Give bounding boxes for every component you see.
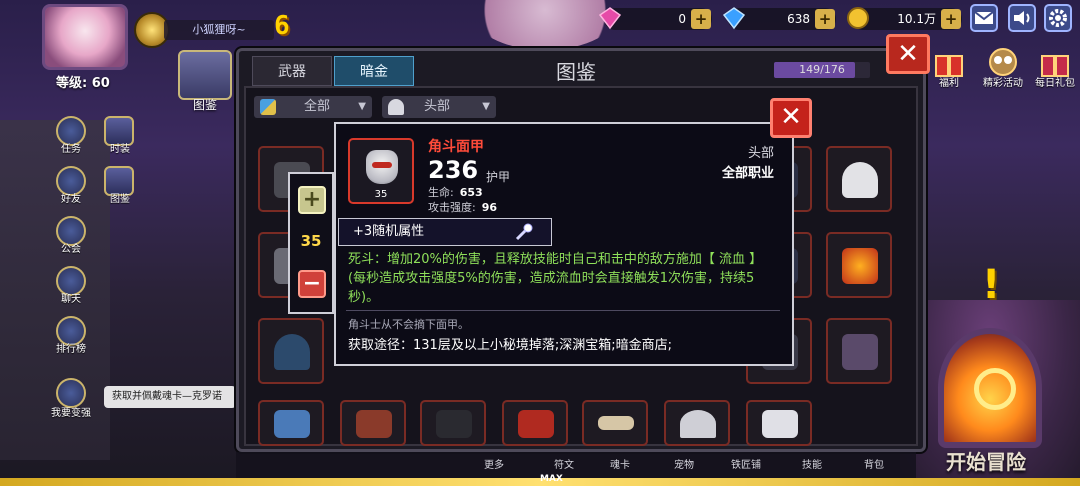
resource-blue-diamond: 638 + — [722, 7, 836, 30]
codex-item-slot[interactable] — [420, 400, 486, 446]
resource-gold-coin: 10.1万 + — [847, 7, 962, 30]
player-name: 小狐狸呀~ — [164, 20, 274, 40]
codex-item-slot[interactable] — [826, 318, 892, 384]
activity-label-daily-gift: 每日礼包 — [1035, 78, 1075, 89]
side-label-codex: 图鉴 — [110, 194, 130, 205]
codex-item-slot[interactable] — [826, 146, 892, 212]
level-value: 35 — [300, 232, 322, 250]
level-increase-button[interactable]: + — [298, 186, 326, 214]
pink-gem-icon — [598, 7, 622, 30]
stat-value: 96 — [481, 201, 498, 214]
codex-item-slot[interactable] — [582, 400, 648, 446]
start-adventure-button[interactable]: 开始冒险 — [946, 446, 1026, 475]
player-avatar[interactable] — [42, 4, 128, 70]
gladiator-mask-icon — [366, 150, 398, 184]
bottom-nav-backpack[interactable]: 背包 — [844, 456, 904, 471]
tab-dark-gold[interactable]: 暗金 — [334, 56, 414, 86]
bottom-nav-more[interactable]: 更多 — [464, 456, 524, 471]
grid-icon — [260, 99, 276, 115]
item-slot-type: 头部 — [747, 146, 774, 161]
item-class-restriction: 全部职业 — [721, 166, 774, 181]
resource-value: 0 — [678, 12, 686, 26]
filter-category-dropdown[interactable]: 全部 ▼ — [254, 96, 372, 118]
quest-notice[interactable]: 获取并佩戴魂卡—克罗诺 — [104, 386, 236, 408]
stat-value: 653 — [459, 186, 483, 199]
level-decrease-button[interactable]: − — [298, 270, 326, 298]
quest-exclamation-icon[interactable]: ! — [982, 262, 1002, 312]
panel-title: 图鉴 — [556, 60, 596, 84]
sound-button[interactable] — [1008, 4, 1036, 32]
item-source-text: 获取途径：131层及以上小秘境掉落;深渊宝箱;暗金商店; — [348, 338, 672, 353]
side-label-get-stronger: 我要变强 — [51, 408, 91, 419]
close-icon: ✕ — [897, 39, 919, 69]
random-attributes-row[interactable]: +3随机属性 — [338, 218, 552, 246]
mail-button[interactable] — [970, 4, 998, 32]
side-label-friends: 好友 — [61, 194, 81, 205]
side-label-leaderboard: 排行榜 — [56, 344, 86, 355]
speaker-icon — [1014, 11, 1030, 25]
bottom-nav-runes[interactable]: 符文 — [534, 456, 594, 471]
chevron-down-icon: ▼ — [482, 101, 490, 112]
gold-coin-icon — [847, 7, 869, 29]
player-level: 等级: 60 — [56, 76, 110, 91]
codex-item-slot[interactable] — [746, 400, 812, 446]
mail-icon — [974, 11, 994, 24]
resource-pink-gem: 0 + — [598, 7, 712, 30]
collection-progress: 149/176 — [774, 62, 870, 78]
add-pink-gem-button[interactable]: + — [691, 9, 711, 29]
gear-icon — [1049, 9, 1067, 27]
close-icon: ✕ — [780, 102, 802, 132]
resource-value: 10.1万 — [897, 12, 936, 26]
codex-item-slot[interactable] — [664, 400, 730, 446]
random-attributes-label: +3随机属性 — [353, 224, 425, 239]
item-name: 角斗面甲 — [428, 139, 484, 155]
side-label-costume: 时装 — [110, 144, 130, 155]
progress-text: 149/176 — [799, 63, 845, 76]
item-stat-attack: 攻击强度: 96 — [428, 199, 497, 215]
vip-badge-icon[interactable]: 6 — [274, 6, 326, 46]
side-label-task: 任务 — [61, 144, 81, 155]
stat-label: 生命: — [428, 186, 454, 199]
stat-label: 攻击强度: — [428, 201, 476, 214]
item-stat-hp: 生命: 653 — [428, 184, 483, 200]
item-flavor-text: 角斗士从不会摘下面甲。 — [348, 318, 469, 331]
chevron-down-icon: ▼ — [358, 101, 366, 112]
item-skill-description: 死斗：增加20%的伤害，且释放技能时自己和击中的敌方施加【 流血 】(每秒造成攻… — [348, 252, 763, 305]
item-icon-count: 35 — [374, 189, 388, 200]
add-diamond-button[interactable]: + — [815, 9, 835, 29]
adventure-portal[interactable] — [938, 328, 1042, 448]
side-label-guild: 公会 — [61, 244, 81, 255]
filter-category-label: 全部 — [304, 99, 331, 114]
filter-slot-label: 头部 — [424, 99, 451, 114]
item-armor-unit: 护甲 — [486, 170, 511, 184]
helmet-icon — [388, 99, 404, 115]
item-icon-frame: 35 — [348, 138, 414, 204]
bottom-nav-blacksmith[interactable]: 铁匠铺 — [716, 456, 776, 471]
bottom-nav-pets[interactable]: 宠物 — [654, 456, 714, 471]
tooltip-divider — [346, 310, 780, 311]
settings-button[interactable] — [1044, 4, 1072, 32]
codex-item-slot[interactable] — [258, 318, 324, 384]
codex-item-slot[interactable] — [340, 400, 406, 446]
side-label-chat: 聊天 — [61, 294, 81, 305]
filter-slot-dropdown[interactable]: 头部 ▼ — [382, 96, 496, 118]
magic-wand-icon[interactable] — [513, 221, 535, 243]
add-gold-button[interactable]: + — [941, 9, 961, 29]
close-panel-button[interactable]: ✕ — [886, 34, 930, 74]
exp-max-label: MAX — [540, 474, 563, 484]
codex-item-slot[interactable] — [502, 400, 568, 446]
codex-button-label: 图鉴 — [192, 98, 217, 112]
codex-button-icon[interactable] — [178, 50, 232, 100]
tab-weapon[interactable]: 武器 — [252, 56, 332, 86]
resource-value: 638 — [787, 12, 810, 26]
activity-label-events: 精彩活动 — [983, 78, 1023, 89]
item-armor-value: 236 — [428, 156, 479, 184]
bottom-nav-soul-cards[interactable]: 魂卡 — [590, 456, 650, 471]
close-tooltip-button[interactable]: ✕ — [770, 98, 812, 138]
codex-item-slot[interactable] — [826, 232, 892, 298]
bottom-nav-skills[interactable]: 技能 — [782, 456, 842, 471]
activity-label-welfare: 福利 — [939, 78, 959, 89]
blue-diamond-icon — [722, 7, 746, 30]
codex-item-slot[interactable] — [258, 400, 324, 446]
